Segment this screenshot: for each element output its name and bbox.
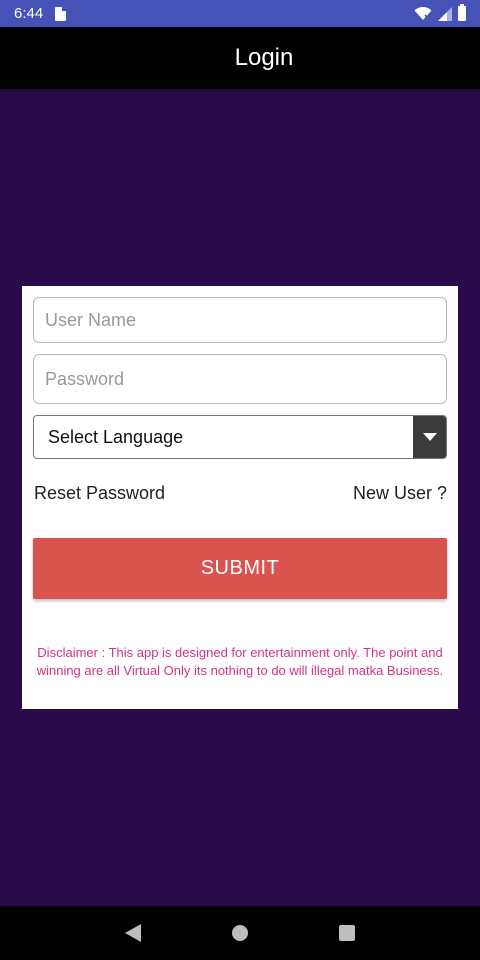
app-bar-shadow bbox=[0, 89, 480, 92]
sd-card-icon bbox=[55, 6, 67, 21]
language-select-label: Select Language bbox=[48, 426, 184, 447]
dropdown-arrow[interactable] bbox=[413, 416, 446, 458]
new-user-link[interactable]: New User ? bbox=[353, 483, 447, 504]
wifi-icon bbox=[414, 6, 432, 21]
submit-button[interactable]: SUBMIT bbox=[33, 538, 447, 599]
back-icon[interactable] bbox=[125, 924, 142, 942]
disclaimer-text: Disclaimer : This app is designed for en… bbox=[36, 645, 444, 678]
status-bar: 6:44 bbox=[0, 0, 480, 27]
status-time: 6:44 bbox=[14, 5, 44, 22]
language-select[interactable]: Select Language bbox=[33, 415, 447, 459]
battery-icon bbox=[458, 4, 466, 21]
app-bar: Login bbox=[0, 27, 480, 89]
home-icon[interactable] bbox=[231, 925, 248, 941]
recent-apps-icon[interactable] bbox=[338, 925, 355, 941]
reset-password-link[interactable]: Reset Password bbox=[34, 483, 165, 504]
system-nav-bar bbox=[0, 906, 480, 960]
status-icons bbox=[414, 4, 466, 21]
chevron-down-icon bbox=[422, 433, 437, 441]
login-card: User Name Password Select Language Reset… bbox=[22, 286, 458, 709]
page-title: Login bbox=[234, 44, 294, 71]
password-field[interactable]: Password bbox=[33, 354, 447, 404]
username-field[interactable]: User Name bbox=[33, 297, 447, 343]
signal-icon bbox=[438, 6, 452, 21]
